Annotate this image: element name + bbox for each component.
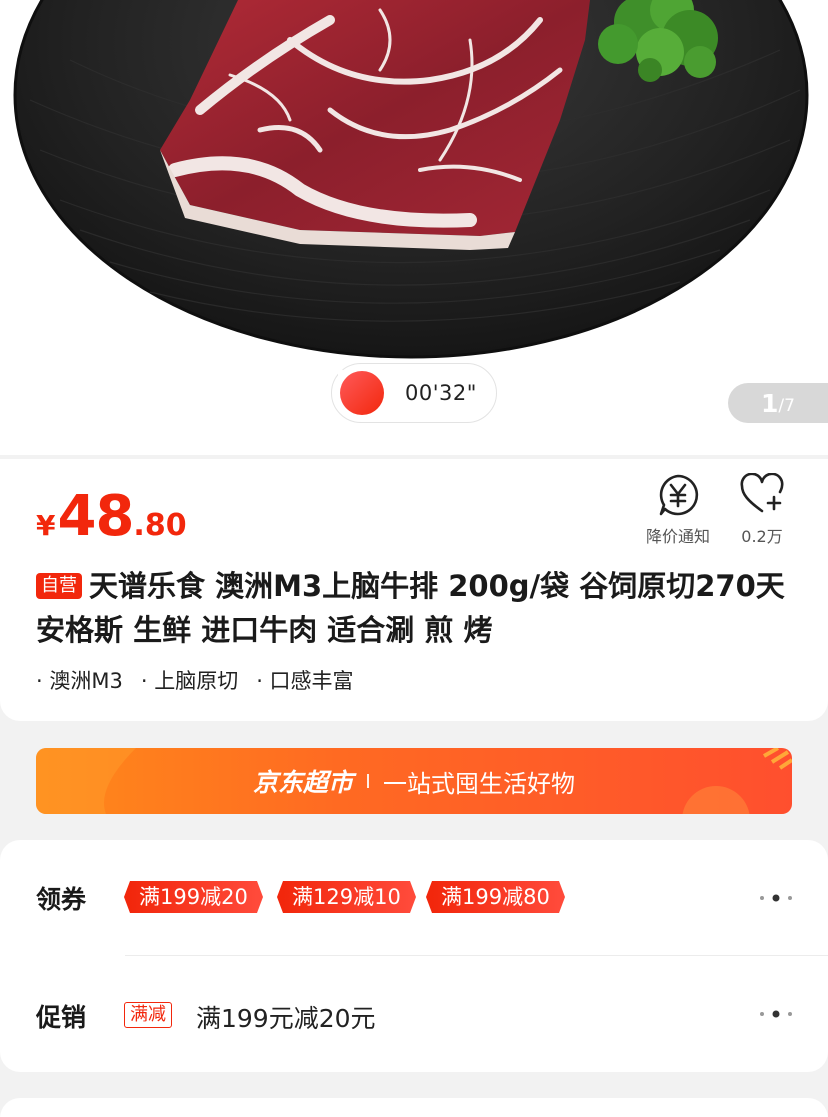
feature-tag: · 澳洲M3 — [36, 669, 123, 693]
self-operated-badge: 自营 — [36, 573, 82, 599]
favorite-button[interactable]: 0.2万 — [722, 473, 802, 547]
video-play-button[interactable]: 00'32" — [331, 363, 497, 423]
feature-tag: · 口感丰富 — [256, 669, 354, 693]
price-integer: 48 — [57, 484, 134, 549]
more-dots-icon[interactable] — [759, 892, 793, 904]
feature-tag: · 上脑原切 — [140, 669, 239, 693]
page-current: 1 — [761, 388, 779, 418]
price-decimal: .80 — [133, 508, 187, 543]
price-currency: ¥ — [36, 509, 56, 542]
banner-slogan: 一站式囤生活好物 — [383, 769, 575, 798]
row-divider — [125, 955, 828, 956]
coupon-row-label: 领券 — [36, 885, 87, 914]
heart-add-icon — [740, 473, 784, 513]
video-duration: 00'32" — [405, 381, 477, 405]
next-section-card — [0, 1098, 828, 1117]
more-dots-icon[interactable] — [759, 1008, 793, 1020]
coupon-item[interactable]: 满129减10 — [277, 881, 416, 913]
play-icon — [338, 367, 384, 415]
jd-supermarket-banner[interactable]: 京东超市 一站式囤生活好物 — [36, 748, 792, 814]
coupon-item[interactable]: 满199减20 — [124, 881, 263, 913]
product-info-card: ¥ 48 .80 降价通知 0.2万 自营 天谱乐食 澳洲M3上脑牛排 200g/… — [0, 459, 828, 721]
promotion-type-tag: 满减 — [124, 1002, 172, 1028]
favorite-count: 0.2万 — [741, 527, 783, 546]
product-feature-tags: · 澳洲M3 · 上脑原切 · 口感丰富 — [36, 665, 372, 695]
page-total: /7 — [778, 396, 795, 416]
price-notify-icon — [659, 474, 699, 516]
price-drop-notify-button[interactable]: 降价通知 — [636, 473, 720, 547]
banner-brand: 京东超市 — [252, 768, 353, 797]
price-notify-label: 降价通知 — [645, 527, 710, 546]
product-title: 自营 天谱乐食 澳洲M3上脑牛排 200g/袋 谷饲原切270天安格斯 生鲜 进口… — [36, 564, 786, 652]
promotion-row-label: 促销 — [36, 1003, 87, 1032]
product-image-gallery[interactable]: 00'32" 1 /7 — [0, 0, 828, 455]
banner-separator — [367, 774, 369, 788]
product-title-text: 天谱乐食 澳洲M3上脑牛排 200g/袋 谷饲原切270天安格斯 生鲜 进口牛肉… — [36, 569, 785, 647]
coupon-item[interactable]: 满199减80 — [426, 881, 565, 913]
coupon-promotion-card: 领券 满199减20 满129减10 满199减80 促销 满减 满199元减2… — [0, 840, 828, 1072]
price: ¥ 48 .80 — [36, 484, 187, 549]
image-page-indicator: 1 /7 — [728, 383, 828, 423]
promotion-text[interactable]: 满199元减20元 — [196, 999, 376, 1035]
